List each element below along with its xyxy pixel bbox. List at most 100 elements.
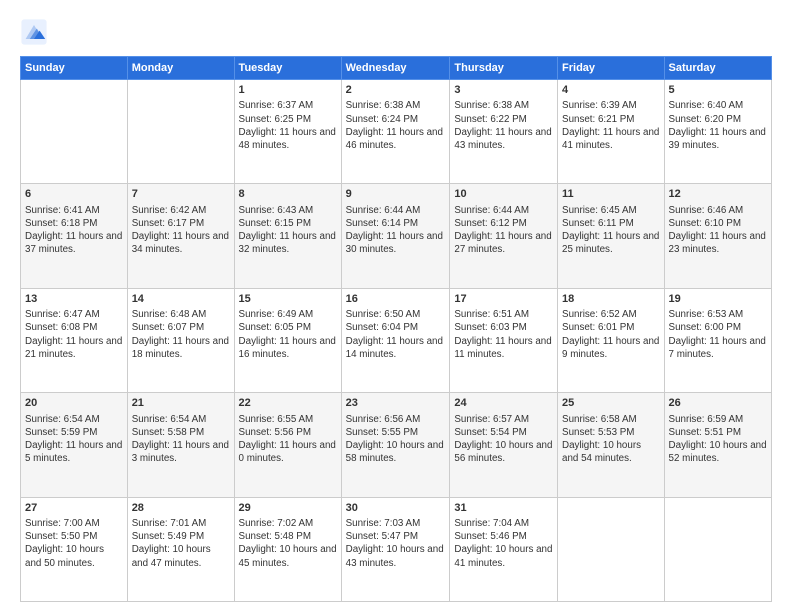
- calendar-cell: 2Sunrise: 6:38 AM Sunset: 6:24 PM Daylig…: [341, 80, 450, 184]
- day-info: Sunrise: 7:04 AM Sunset: 5:46 PM Dayligh…: [454, 517, 553, 570]
- calendar-cell: 18Sunrise: 6:52 AM Sunset: 6:01 PM Dayli…: [558, 288, 665, 392]
- day-info: Sunrise: 6:55 AM Sunset: 5:56 PM Dayligh…: [239, 413, 337, 466]
- calendar-week-row: 6Sunrise: 6:41 AM Sunset: 6:18 PM Daylig…: [21, 184, 772, 288]
- calendar-cell: 11 Sunrise: 6:45 AM Sunset: 6:11 PM Dayli…: [558, 184, 665, 288]
- day-number: 24: [454, 396, 553, 411]
- day-info: Sunrise: 6:52 AM Sunset: 6:01 PM Dayligh…: [562, 308, 660, 361]
- day-header-friday: Friday: [558, 57, 665, 80]
- day-info: Sunrise: 6:56 AM Sunset: 5:55 PM Dayligh…: [346, 413, 446, 466]
- calendar-table: SundayMondayTuesdayWednesdayThursdayFrid…: [20, 56, 772, 602]
- calendar-cell: 24 Sunrise: 6:57 AM Sunset: 5:54 PM Dayli…: [450, 393, 558, 497]
- day-info: Sunrise: 6:50 AM Sunset: 6:04 PM Dayligh…: [346, 308, 446, 361]
- day-info: Sunrise: 6:59 AM Sunset: 5:51 PM Dayligh…: [669, 413, 767, 466]
- day-number: 12: [669, 187, 767, 202]
- day-number: 26: [669, 396, 767, 411]
- day-number: 15: [239, 292, 337, 307]
- calendar-cell: 3Sunrise: 6:38 AM Sunset: 6:22 PM Daylig…: [450, 80, 558, 184]
- day-header-tuesday: Tuesday: [234, 57, 341, 80]
- day-info: Sunrise: 6:46 AM Sunset: 6:10 PM Dayligh…: [669, 204, 767, 257]
- day-header-wednesday: Wednesday: [341, 57, 450, 80]
- day-number: 21: [132, 396, 230, 411]
- day-header-sunday: Sunday: [21, 57, 128, 80]
- day-info: Sunrise: 6:47 AM Sunset: 6:08 PM Dayligh…: [25, 308, 123, 361]
- day-number: 28: [132, 501, 230, 516]
- calendar-cell: 21 Sunrise: 6:54 AM Sunset: 5:58 PM Dayli…: [127, 393, 234, 497]
- page-header: [20, 18, 772, 46]
- calendar-header-row: SundayMondayTuesdayWednesdayThursdayFrid…: [21, 57, 772, 80]
- day-number: 10: [454, 187, 553, 202]
- calendar-cell: 7 Sunrise: 6:42 AM Sunset: 6:17 PM Daylig…: [127, 184, 234, 288]
- day-number: 18: [562, 292, 660, 307]
- calendar-cell: 6Sunrise: 6:41 AM Sunset: 6:18 PM Daylig…: [21, 184, 128, 288]
- calendar-cell: 16Sunrise: 6:50 AM Sunset: 6:04 PM Dayli…: [341, 288, 450, 392]
- calendar-cell: [21, 80, 128, 184]
- calendar-week-row: 1Sunrise: 6:37 AM Sunset: 6:25 PM Daylig…: [21, 80, 772, 184]
- calendar-week-row: 13Sunrise: 6:47 AM Sunset: 6:08 PM Dayli…: [21, 288, 772, 392]
- day-info: Sunrise: 6:45 AM Sunset: 6:11 PM Dayligh…: [562, 204, 660, 257]
- day-info: Sunrise: 6:37 AM Sunset: 6:25 PM Dayligh…: [239, 99, 337, 152]
- calendar-cell: [558, 497, 665, 601]
- day-info: Sunrise: 6:44 AM Sunset: 6:12 PM Dayligh…: [454, 204, 553, 257]
- day-info: Sunrise: 6:38 AM Sunset: 6:24 PM Dayligh…: [346, 99, 446, 152]
- day-info: Sunrise: 6:40 AM Sunset: 6:20 PM Dayligh…: [669, 99, 767, 152]
- calendar-cell: 28Sunrise: 7:01 AM Sunset: 5:49 PM Dayli…: [127, 497, 234, 601]
- day-number: 31: [454, 501, 553, 516]
- logo-icon: [20, 18, 48, 46]
- day-number: 9: [346, 187, 446, 202]
- day-number: 1: [239, 83, 337, 98]
- day-number: 27: [25, 501, 123, 516]
- calendar-cell: 17Sunrise: 6:51 AM Sunset: 6:03 PM Dayli…: [450, 288, 558, 392]
- calendar-cell: 23Sunrise: 6:56 AM Sunset: 5:55 PM Dayli…: [341, 393, 450, 497]
- calendar-cell: 15Sunrise: 6:49 AM Sunset: 6:05 PM Dayli…: [234, 288, 341, 392]
- calendar-cell: [127, 80, 234, 184]
- calendar-cell: 4Sunrise: 6:39 AM Sunset: 6:21 PM Daylig…: [558, 80, 665, 184]
- day-info: Sunrise: 7:00 AM Sunset: 5:50 PM Dayligh…: [25, 517, 123, 570]
- day-info: Sunrise: 6:38 AM Sunset: 6:22 PM Dayligh…: [454, 99, 553, 152]
- day-number: 7: [132, 187, 230, 202]
- day-info: Sunrise: 6:39 AM Sunset: 6:21 PM Dayligh…: [562, 99, 660, 152]
- day-number: 4: [562, 83, 660, 98]
- calendar-cell: 31Sunrise: 7:04 AM Sunset: 5:46 PM Dayli…: [450, 497, 558, 601]
- calendar-cell: 13Sunrise: 6:47 AM Sunset: 6:08 PM Dayli…: [21, 288, 128, 392]
- day-number: 30: [346, 501, 446, 516]
- calendar-cell: 20 Sunrise: 6:54 AM Sunset: 5:59 PM Dayli…: [21, 393, 128, 497]
- day-info: Sunrise: 7:02 AM Sunset: 5:48 PM Dayligh…: [239, 517, 337, 570]
- day-number: 2: [346, 83, 446, 98]
- calendar-week-row: 20 Sunrise: 6:54 AM Sunset: 5:59 PM Dayli…: [21, 393, 772, 497]
- day-number: 29: [239, 501, 337, 516]
- day-number: 5: [669, 83, 767, 98]
- day-number: 13: [25, 292, 123, 307]
- calendar-cell: 19Sunrise: 6:53 AM Sunset: 6:00 PM Dayli…: [664, 288, 771, 392]
- day-info: Sunrise: 6:44 AM Sunset: 6:14 PM Dayligh…: [346, 204, 446, 257]
- logo: [20, 18, 50, 46]
- day-info: Sunrise: 6:54 AM Sunset: 5:58 PM Dayligh…: [132, 413, 230, 466]
- calendar-cell: 9 Sunrise: 6:44 AM Sunset: 6:14 PM Daylig…: [341, 184, 450, 288]
- calendar-cell: 8Sunrise: 6:43 AM Sunset: 6:15 PM Daylig…: [234, 184, 341, 288]
- day-info: Sunrise: 7:03 AM Sunset: 5:47 PM Dayligh…: [346, 517, 446, 570]
- calendar-cell: 14Sunrise: 6:48 AM Sunset: 6:07 PM Dayli…: [127, 288, 234, 392]
- day-info: Sunrise: 7:01 AM Sunset: 5:49 PM Dayligh…: [132, 517, 230, 570]
- day-info: Sunrise: 6:49 AM Sunset: 6:05 PM Dayligh…: [239, 308, 337, 361]
- day-info: Sunrise: 6:51 AM Sunset: 6:03 PM Dayligh…: [454, 308, 553, 361]
- day-number: 17: [454, 292, 553, 307]
- day-number: 16: [346, 292, 446, 307]
- day-info: Sunrise: 6:57 AM Sunset: 5:54 PM Dayligh…: [454, 413, 553, 466]
- day-number: 20: [25, 396, 123, 411]
- calendar-cell: 12 Sunrise: 6:46 AM Sunset: 6:10 PM Dayli…: [664, 184, 771, 288]
- day-number: 8: [239, 187, 337, 202]
- day-number: 11: [562, 187, 660, 202]
- calendar-cell: 29Sunrise: 7:02 AM Sunset: 5:48 PM Dayli…: [234, 497, 341, 601]
- day-info: Sunrise: 6:41 AM Sunset: 6:18 PM Dayligh…: [25, 204, 123, 257]
- day-number: 25: [562, 396, 660, 411]
- day-number: 14: [132, 292, 230, 307]
- day-info: Sunrise: 6:42 AM Sunset: 6:17 PM Dayligh…: [132, 204, 230, 257]
- calendar-cell: 5Sunrise: 6:40 AM Sunset: 6:20 PM Daylig…: [664, 80, 771, 184]
- calendar-cell: [664, 497, 771, 601]
- calendar-cell: 22Sunrise: 6:55 AM Sunset: 5:56 PM Dayli…: [234, 393, 341, 497]
- day-number: 3: [454, 83, 553, 98]
- day-number: 19: [669, 292, 767, 307]
- day-info: Sunrise: 6:54 AM Sunset: 5:59 PM Dayligh…: [25, 413, 123, 466]
- calendar-cell: 10 Sunrise: 6:44 AM Sunset: 6:12 PM Dayli…: [450, 184, 558, 288]
- day-header-monday: Monday: [127, 57, 234, 80]
- day-header-saturday: Saturday: [664, 57, 771, 80]
